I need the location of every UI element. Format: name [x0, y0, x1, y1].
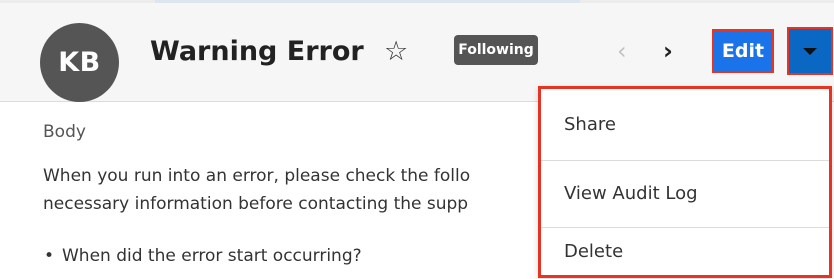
caret-down-icon [803, 47, 817, 55]
actions-dropdown-menu: Share View Audit Log Delete [538, 86, 832, 278]
body-paragraph-line: When you run into an error, please check… [43, 166, 471, 186]
chevron-right-icon[interactable]: › [663, 36, 673, 66]
body-field-label: Body [43, 122, 86, 142]
body-paragraph-line: necessary information before contacting … [43, 194, 469, 214]
star-icon[interactable]: ☆ [384, 36, 408, 68]
record-title: Warning Error [150, 36, 364, 67]
list-item: When did the error start occurring? [44, 246, 362, 266]
avatar: KB [40, 23, 119, 102]
menu-divider [541, 227, 829, 228]
chevron-left-icon[interactable]: ‹ [617, 36, 627, 66]
actions-dropdown-button[interactable] [787, 27, 833, 75]
menu-divider [541, 160, 829, 161]
header-top-accent [155, 0, 580, 3]
header-top-border [0, 0, 834, 3]
following-button[interactable]: Following [454, 35, 538, 65]
menu-item-view-audit-log[interactable]: View Audit Log [541, 183, 829, 204]
menu-item-delete[interactable]: Delete [541, 241, 829, 262]
menu-item-share[interactable]: Share [541, 114, 829, 135]
edit-button[interactable]: Edit [712, 29, 774, 73]
body-paragraph: When you run into an error, please check… [43, 162, 583, 218]
